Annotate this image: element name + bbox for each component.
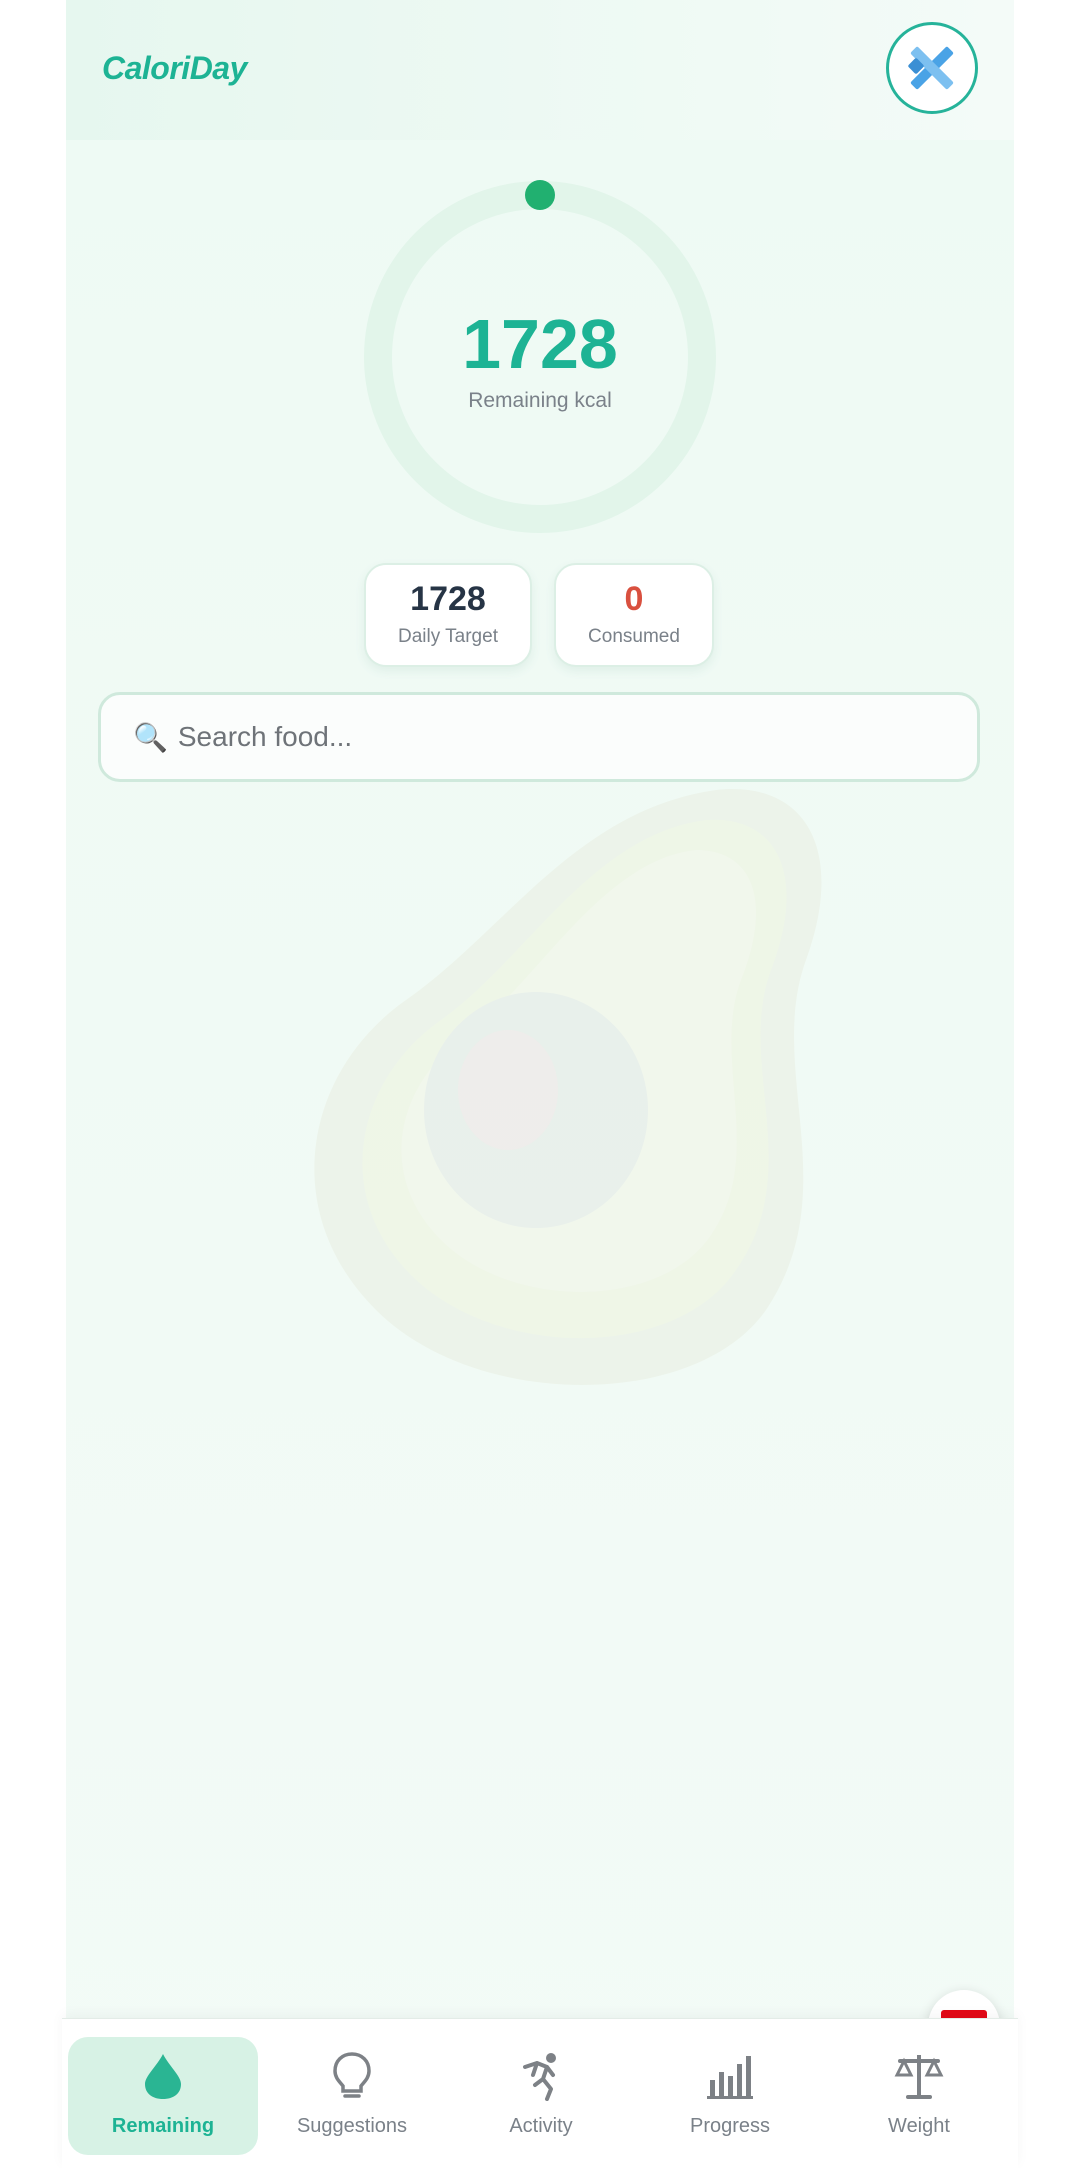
- calorie-ring: 1728 Remaining kcal: [363, 180, 717, 534]
- tab-weight[interactable]: Weight: [824, 2037, 1014, 2155]
- tab-label-activity: Activity: [509, 2115, 573, 2137]
- running-figure-icon: [523, 2053, 556, 2101]
- search-icon: 🔍: [133, 721, 168, 753]
- consumed-card[interactable]: 0 Consumed: [554, 563, 714, 667]
- remaining-kcal-value: 1728: [462, 305, 618, 383]
- header: CaloriDay: [66, 0, 1014, 140]
- crossed-tools-icon: [908, 46, 954, 90]
- lightbulb-icon: [333, 2052, 371, 2098]
- ring-center: 1728 Remaining kcal: [363, 180, 717, 534]
- drop-icon: [145, 2054, 181, 2099]
- search-input[interactable]: [177, 721, 938, 753]
- daily-target-value: 1728: [410, 580, 486, 618]
- tab-label-remaining: Remaining: [111, 2115, 215, 2137]
- app-screen: CaloriDay 1728 Remaining kcal 1728 Daily…: [66, 0, 1014, 2168]
- tab-suggestions[interactable]: Suggestions: [257, 2037, 447, 2155]
- bottom-tab-bar: Remaining Suggestions Activity Progress …: [62, 2018, 1018, 2168]
- profile-button[interactable]: [886, 22, 978, 114]
- tab-label-progress: Progress: [689, 2115, 771, 2137]
- tab-remaining[interactable]: Remaining: [68, 2037, 258, 2155]
- tab-progress[interactable]: Progress: [635, 2037, 825, 2155]
- tab-label-suggestions: Suggestions: [296, 2115, 408, 2137]
- avocado-illustration: [314, 789, 822, 1385]
- scale-icon: [894, 2055, 944, 2099]
- bar-chart-icon: [707, 2056, 753, 2099]
- remaining-kcal-label: Remaining kcal: [468, 389, 612, 412]
- consumed-label: Consumed: [588, 626, 680, 647]
- search-bar[interactable]: 🔍: [98, 692, 980, 782]
- consumed-value: 0: [624, 580, 644, 618]
- daily-target-card[interactable]: 1728 Daily Target: [364, 563, 532, 667]
- daily-target-label: Daily Target: [398, 626, 498, 647]
- tab-label-weight: Weight: [888, 2115, 950, 2137]
- app-logo: CaloriDay: [102, 50, 247, 86]
- tab-activity[interactable]: Activity: [446, 2037, 636, 2155]
